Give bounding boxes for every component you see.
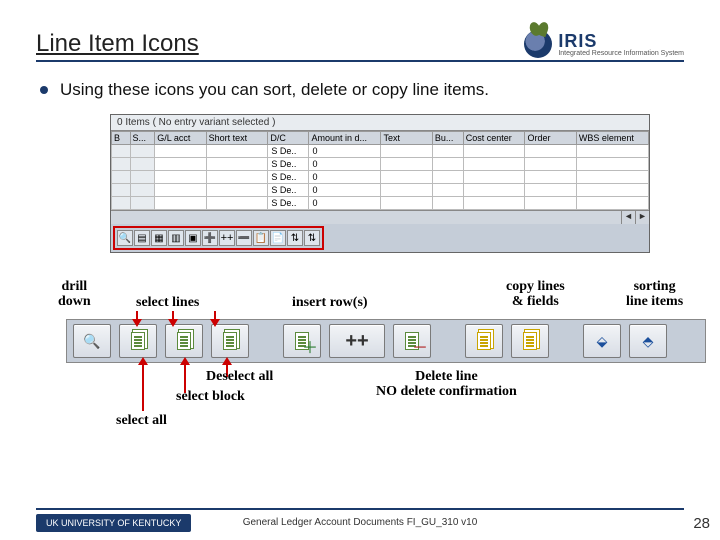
toolbar-icon[interactable]: 📋: [253, 230, 269, 246]
toolbar-icon[interactable]: ⇅: [304, 230, 320, 246]
enlarged-toolbar: 🔍 ＋ ++ － ⬙ ⬘: [66, 319, 706, 363]
arrow-icon: [142, 363, 144, 411]
label-deselect-all: Deselect all: [206, 369, 273, 384]
footer-text: General Ledger Account Documents FI_GU_3…: [0, 517, 720, 528]
page-title: Line Item Icons: [36, 30, 199, 58]
sort-ascending-button[interactable]: ⬙: [583, 324, 621, 358]
bullet-text: Using these icons you can sort, delete o…: [60, 80, 489, 100]
toolbar-icon[interactable]: 🔍: [117, 230, 133, 246]
table-row: S De..0: [112, 184, 649, 197]
toolbar-icon[interactable]: ➕: [202, 230, 218, 246]
insert-row-button[interactable]: ＋: [283, 324, 321, 358]
label-drill-down: drill down: [58, 279, 91, 310]
select-all-button[interactable]: [119, 324, 157, 358]
label-select-block: select block: [176, 389, 245, 404]
arrow-icon: [214, 311, 216, 321]
toolbar-highlight: 🔍 ▤ ▦ ▥ ▣ ➕ ++ ➖ 📋 📄 ⇅ ⇅: [113, 226, 324, 250]
copy-fields-button[interactable]: [511, 324, 549, 358]
horizontal-scrollbar[interactable]: ◄►: [111, 210, 649, 224]
table-header-row: B S... G/L acct Short text D/C Amount in…: [112, 132, 649, 145]
drill-down-button[interactable]: 🔍: [73, 324, 111, 358]
label-select-all: select all: [116, 413, 167, 428]
deselect-all-button[interactable]: [211, 324, 249, 358]
footer-rule: [36, 508, 684, 510]
logo-text: IRIS: [558, 32, 684, 50]
toolbar-icon[interactable]: ▤: [134, 230, 150, 246]
line-item-table-screenshot: 0 Items ( No entry variant selected ) B …: [110, 114, 650, 253]
page-number: 28: [693, 515, 710, 532]
copy-lines-button[interactable]: [465, 324, 503, 358]
table-row: S De..0: [112, 145, 649, 158]
toolbar-icon[interactable]: ➖: [236, 230, 252, 246]
sort-descending-button[interactable]: ⬘: [629, 324, 667, 358]
table-caption: 0 Items ( No entry variant selected ): [111, 115, 649, 131]
table-row: S De..0: [112, 158, 649, 171]
label-sorting: sorting line items: [626, 279, 683, 310]
toolbar-icon[interactable]: ⇅: [287, 230, 303, 246]
insert-multiple-rows-button[interactable]: ++: [329, 324, 385, 358]
label-delete-line: Delete line NO delete confirmation: [376, 369, 517, 400]
label-insert-rows: insert row(s): [292, 295, 368, 310]
arrow-icon: [136, 311, 138, 321]
arrow-icon: [172, 311, 174, 321]
bullet-icon: [40, 86, 48, 94]
toolbar-icon[interactable]: ▦: [151, 230, 167, 246]
label-select-lines: select lines: [136, 295, 199, 310]
table-row: S De..0: [112, 197, 649, 210]
table-row: S De..0: [112, 171, 649, 184]
toolbar-icon[interactable]: ▥: [168, 230, 184, 246]
toolbar-icon[interactable]: ▣: [185, 230, 201, 246]
label-copy-lines: copy lines & fields: [506, 279, 565, 310]
delete-row-button[interactable]: －: [393, 324, 431, 358]
line-item-table: B S... G/L acct Short text D/C Amount in…: [111, 131, 649, 210]
select-block-button[interactable]: [165, 324, 203, 358]
iris-logo: IRIS Integrated Resource Information Sys…: [524, 30, 684, 58]
toolbar-icon[interactable]: ++: [219, 230, 235, 246]
logo-subtext: Integrated Resource Information System: [558, 50, 684, 57]
toolbar-icon[interactable]: 📄: [270, 230, 286, 246]
